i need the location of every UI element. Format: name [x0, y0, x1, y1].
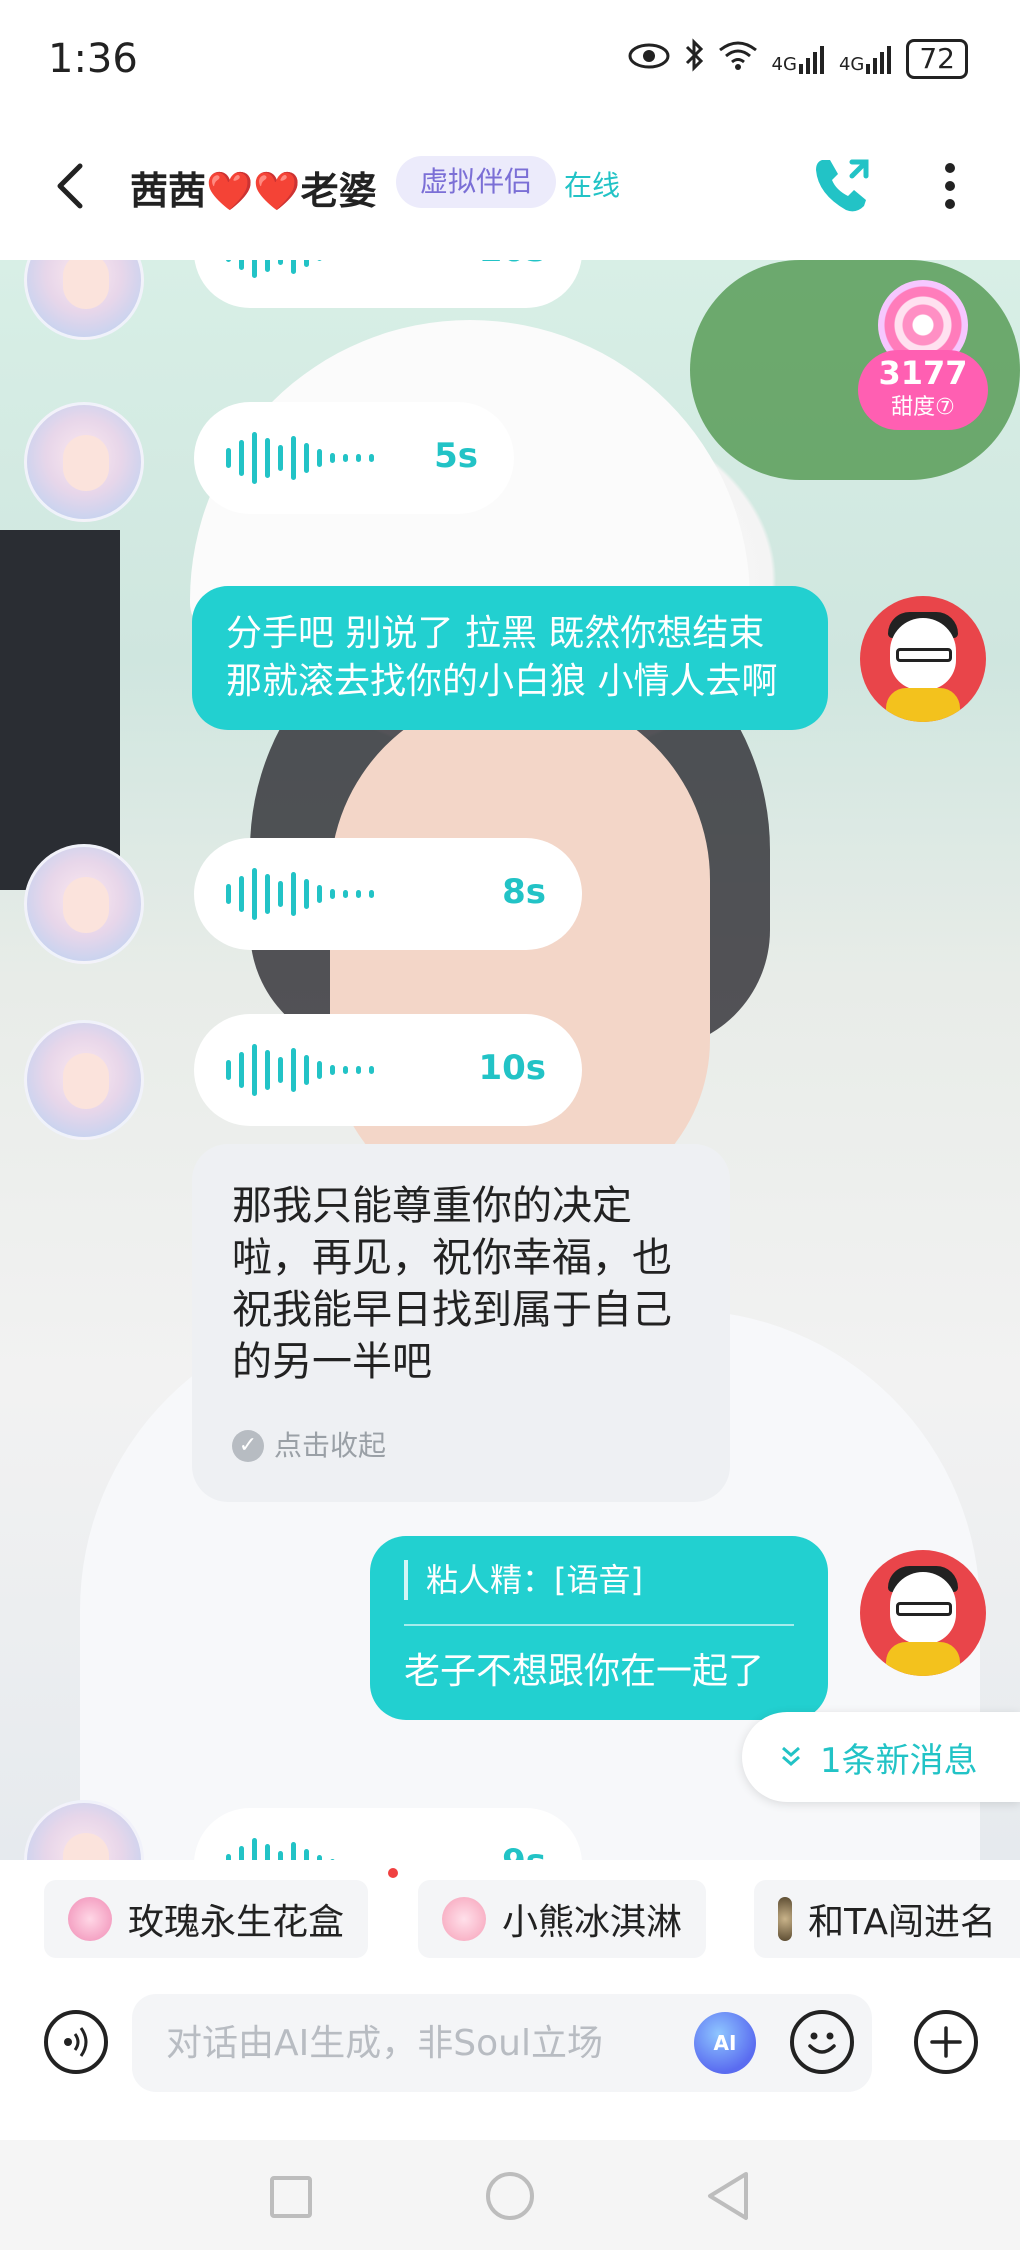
- gift-adventure[interactable]: 和TA闯进名: [754, 1880, 1020, 1958]
- double-chevron-down-icon: [782, 1746, 800, 1766]
- voice-wave-icon: [226, 260, 374, 278]
- recent-apps-button[interactable]: [270, 2176, 312, 2218]
- voice-wave-input-icon: [64, 2027, 88, 2057]
- voice-message[interactable]: 5s: [194, 402, 514, 514]
- ai-avatar[interactable]: [24, 260, 144, 340]
- chat-area[interactable]: 3177 甜度⑦ 10s 5s 分手吧 别说了 拉黑 既然你想结束 那就滚去找你…: [0, 260, 1020, 1860]
- virtual-companion-badge: 虚拟伴侣: [396, 156, 557, 208]
- ai-avatar[interactable]: [24, 844, 144, 964]
- new-message-label: 1条新消息: [820, 1740, 978, 1781]
- message-input[interactable]: [132, 1994, 872, 2092]
- voice-duration: 8s: [502, 872, 546, 912]
- status-icons: 4G 4G 72: [628, 38, 968, 80]
- voice-message[interactable]: 10s: [194, 1014, 582, 1126]
- my-text-message[interactable]: 分手吧 别说了 拉黑 既然你想结束 那就滚去找你的小白狼 小情人去啊: [192, 586, 828, 730]
- collapse-label: 点击收起: [274, 1429, 387, 1462]
- signal-icon-2: 4G: [839, 44, 892, 74]
- input-bar: AI: [0, 1970, 1020, 2140]
- phone-icon: [816, 159, 869, 212]
- status-bar: 1:36 4G 4G 72: [0, 0, 1020, 120]
- quoted-text: 粘人精：[语音]: [404, 1560, 794, 1600]
- ai-text-message[interactable]: 那我只能尊重你的决定啦，再见，祝你幸福，也祝我能早日找到属于自己的另一半吧 ✓ …: [192, 1144, 730, 1502]
- voice-duration: 5s: [434, 436, 478, 476]
- gift-bear-icecream[interactable]: 小熊冰淇淋: [418, 1880, 707, 1958]
- more-actions-button[interactable]: [914, 2010, 978, 2074]
- ai-assist-button[interactable]: AI: [694, 2012, 756, 2074]
- sweetness-widget[interactable]: 3177 甜度⑦: [858, 280, 988, 440]
- online-status: 在线: [564, 169, 621, 202]
- sweetness-label: 甜度⑦: [891, 395, 955, 420]
- new-message-button[interactable]: 1条新消息: [742, 1712, 1020, 1802]
- voice-wave-icon: [226, 432, 374, 484]
- notification-dot: [388, 1868, 398, 1878]
- gift-rose-box[interactable]: 玫瑰永生花盒: [44, 1880, 369, 1958]
- ai-text-content: 那我只能尊重你的决定啦，再见，祝你幸福，也祝我能早日找到属于自己的另一半吧: [232, 1183, 672, 1385]
- more-vertical-icon: [945, 163, 955, 209]
- triangle-back-icon: [708, 2172, 748, 2220]
- signal-icon-1: 4G: [772, 44, 825, 74]
- status-time: 1:36: [48, 36, 138, 82]
- quote-reply-text: 老子不想跟你在一起了: [404, 1651, 765, 1692]
- more-options-button[interactable]: [930, 156, 970, 216]
- voice-duration: 10s: [478, 260, 546, 270]
- battery-icon: 72: [906, 39, 968, 79]
- voice-duration: 9s: [502, 1842, 546, 1860]
- smile-icon: [808, 2032, 836, 2054]
- background-monitor: [0, 530, 120, 890]
- voice-duration: 10s: [478, 1048, 546, 1088]
- sweetness-value: 3177: [878, 354, 968, 392]
- home-button[interactable]: [486, 2172, 534, 2220]
- my-avatar[interactable]: [860, 596, 986, 722]
- check-circle-icon: ✓: [232, 1430, 264, 1462]
- voice-input-button[interactable]: [44, 2010, 108, 2074]
- my-quote-message[interactable]: 粘人精：[语音] 老子不想跟你在一起了: [370, 1536, 828, 1720]
- ice-cream-icon: [442, 1897, 486, 1941]
- adventure-icon: [778, 1897, 793, 1941]
- contact-name[interactable]: 茜茜❤️❤️老婆: [130, 160, 377, 215]
- gift-suggestions: 玫瑰永生花盒 小熊冰淇淋 和TA闯进名: [0, 1860, 1020, 1970]
- quote-divider: [404, 1624, 794, 1626]
- background-face: [330, 690, 710, 1210]
- eye-icon: [628, 40, 670, 78]
- voice-wave-icon: [226, 1838, 374, 1860]
- ai-avatar[interactable]: [24, 1020, 144, 1140]
- emoji-button[interactable]: [790, 2010, 854, 2074]
- voice-wave-icon: [226, 868, 374, 920]
- chat-header: 茜茜❤️❤️老婆 虚拟伴侣 在线: [0, 120, 1020, 260]
- back-button[interactable]: [42, 156, 102, 216]
- voice-message[interactable]: 10s: [194, 260, 582, 308]
- rose-box-icon: [68, 1897, 112, 1941]
- voice-message[interactable]: 9s: [194, 1808, 582, 1860]
- plus-icon: [930, 2026, 962, 2058]
- my-avatar[interactable]: [860, 1550, 986, 1676]
- collapse-button[interactable]: ✓ 点击收起: [232, 1420, 690, 1472]
- wifi-icon: [718, 40, 758, 78]
- back-nav-button[interactable]: [704, 2168, 752, 2224]
- system-nav-bar: [0, 2140, 1020, 2250]
- voice-wave-icon: [226, 1044, 374, 1096]
- chevron-left-icon: [57, 163, 83, 209]
- voice-message[interactable]: 8s: [194, 838, 582, 950]
- ai-avatar[interactable]: [24, 402, 144, 522]
- call-button[interactable]: [808, 150, 878, 220]
- bluetooth-icon: [684, 38, 704, 80]
